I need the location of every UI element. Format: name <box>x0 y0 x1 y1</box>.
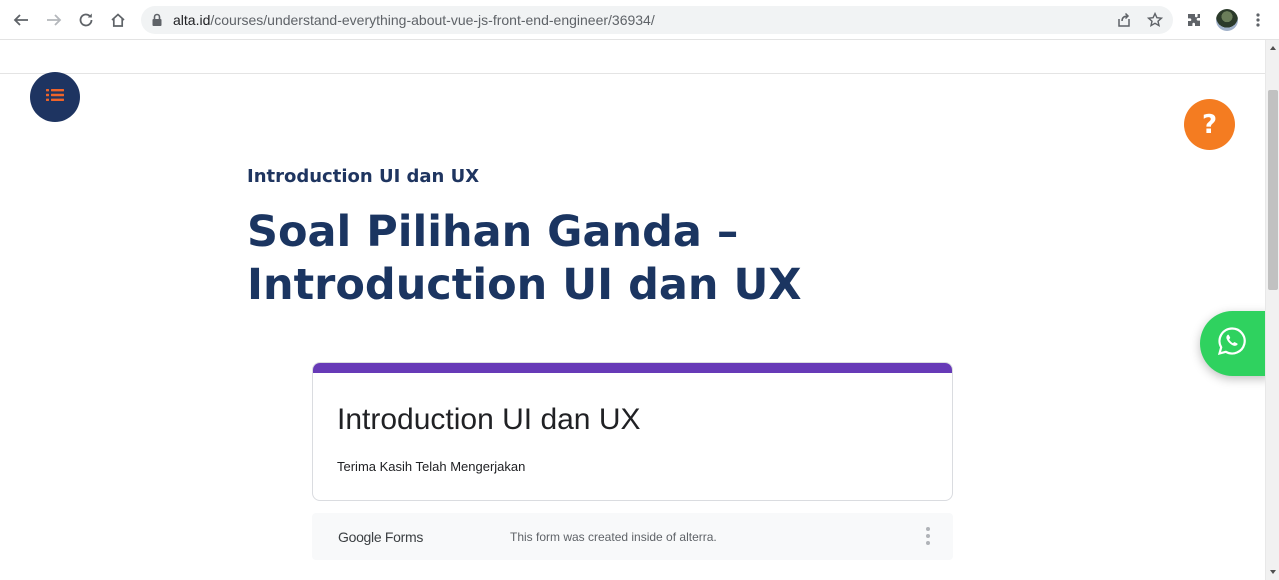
whatsapp-button[interactable] <box>1200 311 1265 376</box>
scroll-up-icon[interactable] <box>1269 44 1277 52</box>
extensions-icon[interactable] <box>1182 8 1206 32</box>
back-icon[interactable] <box>9 8 33 32</box>
form-accent-bar <box>313 363 952 373</box>
scroll-thumb[interactable] <box>1268 90 1278 290</box>
url-host: alta.id <box>173 12 211 28</box>
form-confirmation-message: Terima Kasih Telah Mengerjakan <box>337 459 526 474</box>
help-icon: ? <box>1201 109 1218 140</box>
page-scrollbar[interactable] <box>1265 40 1279 580</box>
page-viewport: ? Introduction UI dan UX Soal Pilihan Ga… <box>0 40 1265 580</box>
header-divider <box>0 73 1265 74</box>
profile-avatar[interactable] <box>1216 9 1238 31</box>
url-text[interactable]: alta.id/courses/understand-everything-ab… <box>173 12 655 28</box>
google-forms-logo[interactable]: Google Forms <box>338 529 423 545</box>
course-menu-button[interactable] <box>30 72 80 122</box>
more-vert-icon[interactable] <box>920 527 936 545</box>
home-icon[interactable] <box>106 8 130 32</box>
url-path: /courses/understand-everything-about-vue… <box>210 12 655 28</box>
scroll-down-icon[interactable] <box>1269 568 1277 576</box>
lock-icon[interactable] <box>151 13 163 32</box>
breadcrumb: Introduction UI dan UX <box>247 166 480 187</box>
address-bar[interactable]: alta.id/courses/understand-everything-ab… <box>141 6 1173 34</box>
forward-icon[interactable] <box>42 8 66 32</box>
kebab-menu-icon[interactable] <box>1246 8 1270 32</box>
star-icon[interactable] <box>1145 10 1165 30</box>
reload-icon[interactable] <box>74 8 98 32</box>
form-footer-note: This form was created inside of alterra. <box>510 530 717 544</box>
form-footer: Google Forms This form was created insid… <box>312 513 953 560</box>
whatsapp-icon <box>1217 326 1247 361</box>
help-button[interactable]: ? <box>1184 99 1235 150</box>
share-icon[interactable] <box>1114 10 1134 30</box>
form-confirmation-card: Introduction UI dan UX Terima Kasih Tela… <box>312 362 953 501</box>
form-title: Introduction UI dan UX <box>337 403 641 436</box>
browser-toolbar: alta.id/courses/understand-everything-ab… <box>0 0 1279 40</box>
page-title: Soal Pilihan Ganda – Introduction UI dan… <box>247 207 802 310</box>
list-menu-icon <box>46 88 64 107</box>
